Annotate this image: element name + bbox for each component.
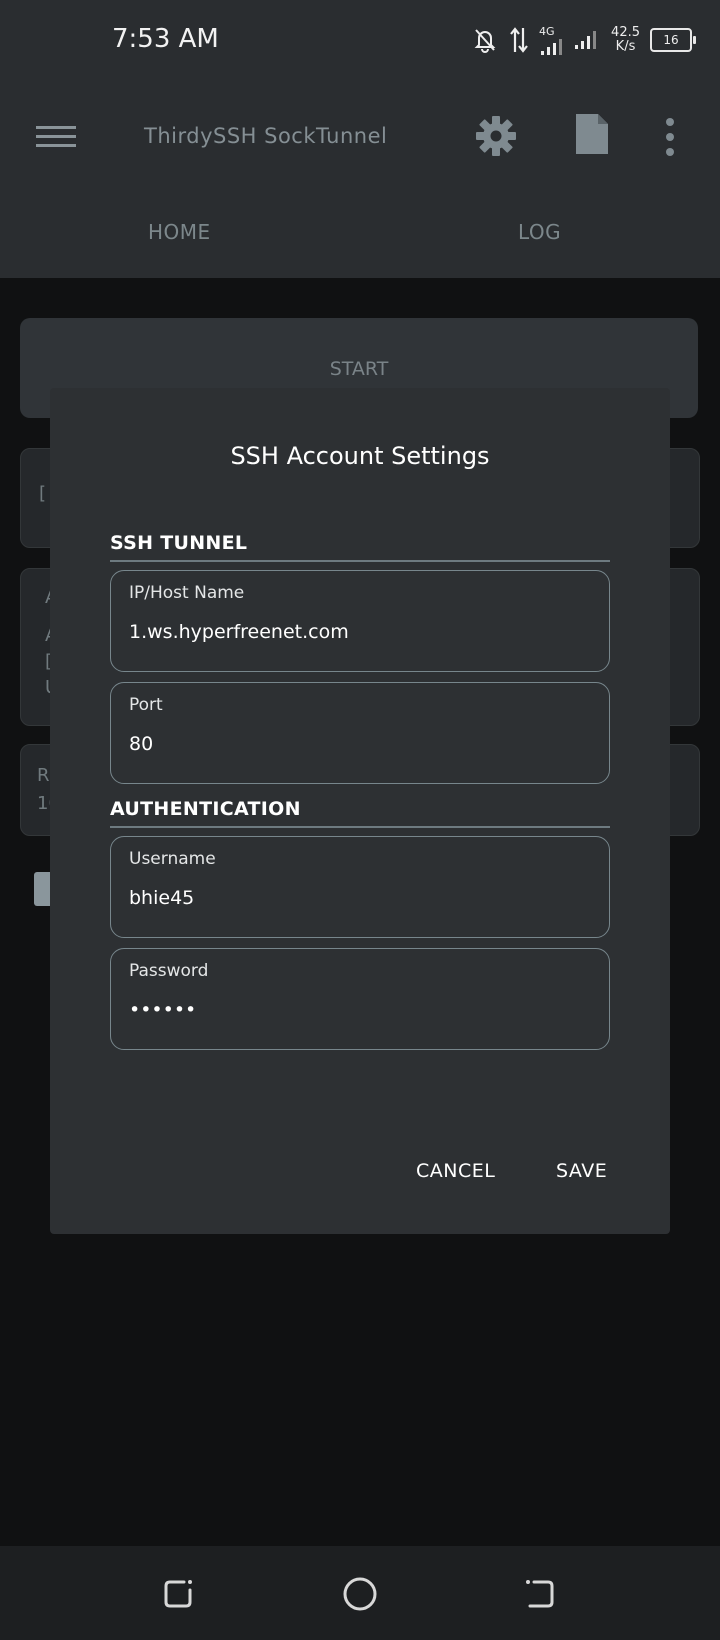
section-authentication: AUTHENTICATION xyxy=(110,798,610,828)
tab-home[interactable]: HOME xyxy=(148,220,211,244)
net-speed: 42.5 K/s xyxy=(611,26,640,54)
net-speed-unit: K/s xyxy=(615,39,636,54)
username-label: Username xyxy=(129,849,216,869)
dialog-title: SSH Account Settings xyxy=(230,442,490,470)
net-speed-value: 42.5 xyxy=(611,25,640,40)
ssh-settings-dialog: SSH Account Settings SSH TUNNEL IP/Host … xyxy=(50,388,670,1234)
username-input[interactable] xyxy=(129,887,589,909)
gear-icon[interactable] xyxy=(474,114,518,158)
status-time: 7:53 AM xyxy=(112,24,219,54)
top-bar: 7:53 AM 4G 42.5 K/s 16 ThirdySSH SockTun… xyxy=(0,0,720,278)
file-icon[interactable] xyxy=(574,112,610,156)
signal-icon xyxy=(541,39,563,55)
mute-bell-icon xyxy=(474,29,496,53)
cancel-button[interactable]: CANCEL xyxy=(416,1160,495,1182)
port-input[interactable] xyxy=(129,733,589,755)
section-ssh-tunnel: SSH TUNNEL xyxy=(110,532,610,562)
home-icon[interactable] xyxy=(340,1574,380,1614)
host-label: IP/Host Name xyxy=(129,583,245,603)
password-label: Password xyxy=(129,961,209,981)
tab-bar: HOME LOG xyxy=(0,206,720,262)
app-bar: ThirdySSH SockTunnel xyxy=(0,100,720,176)
menu-icon[interactable] xyxy=(36,120,76,152)
overflow-menu-icon[interactable] xyxy=(664,116,676,158)
status-icons: 4G 42.5 K/s 16 xyxy=(471,20,696,60)
back-icon[interactable] xyxy=(520,1576,560,1612)
save-button[interactable]: SAVE xyxy=(556,1160,607,1182)
system-nav-bar xyxy=(0,1546,720,1640)
host-field[interactable]: IP/Host Name xyxy=(110,570,610,672)
battery-icon: 16 xyxy=(650,28,696,52)
recent-apps-icon[interactable] xyxy=(160,1576,200,1612)
data-transfer-icon xyxy=(510,27,528,53)
password-field[interactable]: Password xyxy=(110,948,610,1050)
host-input[interactable] xyxy=(129,621,589,643)
network-label: 4G xyxy=(539,25,555,38)
tab-log[interactable]: LOG xyxy=(518,220,561,244)
port-label: Port xyxy=(129,695,163,715)
username-field[interactable]: Username xyxy=(110,836,610,938)
battery-level: 16 xyxy=(663,33,679,47)
app-title: ThirdySSH SockTunnel xyxy=(144,124,388,148)
bg-fragment: R xyxy=(37,765,50,786)
signal-icon-2 xyxy=(575,31,597,49)
bg-fragment: [ xyxy=(39,483,47,504)
start-label: START xyxy=(329,358,389,380)
port-field[interactable]: Port xyxy=(110,682,610,784)
password-input[interactable] xyxy=(129,999,589,1021)
signal-4g: 4G xyxy=(539,25,565,55)
